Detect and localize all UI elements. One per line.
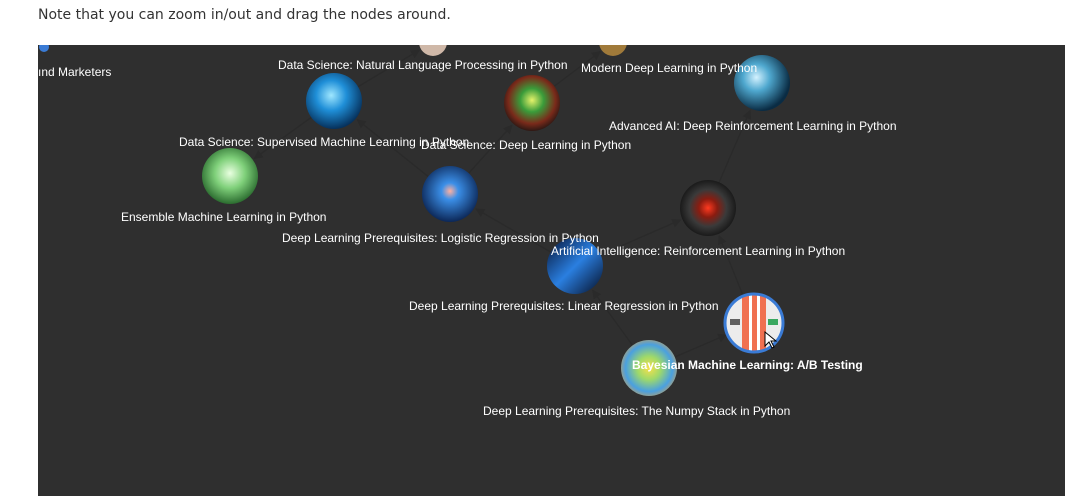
node-label-mdl: Modern Deep Learning in Python bbox=[581, 61, 757, 75]
course-graph[interactable]: ınd Marketers Data Science: Natural Langu… bbox=[38, 45, 1065, 496]
node-logreg[interactable] bbox=[422, 166, 478, 222]
node-mdl[interactable] bbox=[599, 45, 627, 56]
node-label-ab: Bayesian Machine Learning: A/B Testing bbox=[632, 358, 863, 372]
hidden-node-icon bbox=[599, 45, 627, 56]
instruction-note: Note that you can zoom in/out and drag t… bbox=[38, 7, 451, 23]
node-ab[interactable] bbox=[723, 292, 785, 354]
node-label-adv: Advanced AI: Deep Reinforcement Learning… bbox=[609, 119, 897, 133]
green-brain-icon bbox=[202, 148, 258, 204]
node-label-marketers: ınd Marketers bbox=[38, 65, 111, 79]
neurons-icon bbox=[504, 75, 560, 131]
node-label-nlp: Data Science: Natural Language Processin… bbox=[278, 58, 568, 72]
graph-canvas[interactable]: ınd Marketers Data Science: Natural Langu… bbox=[38, 45, 1065, 496]
blue-icon bbox=[39, 45, 49, 52]
node-ens[interactable] bbox=[202, 148, 258, 204]
node-label-numpy: Deep Learning Prerequisites: The Numpy S… bbox=[483, 404, 790, 418]
node-dl[interactable] bbox=[504, 75, 560, 131]
node-label-logreg: Deep Learning Prerequisites: Logistic Re… bbox=[282, 231, 599, 245]
blue-brain-icon bbox=[306, 73, 362, 129]
edge-numpy-to-ab bbox=[674, 333, 728, 358]
node-marketers[interactable] bbox=[39, 45, 49, 52]
node-label-dl: Data Science: Deep Learning in Python bbox=[421, 138, 631, 152]
node-label-rl: Artificial Intelligence: Reinforcement L… bbox=[551, 244, 845, 258]
robot-eye-icon bbox=[680, 180, 736, 236]
node-nlp[interactable] bbox=[419, 45, 447, 56]
node-label-linreg: Deep Learning Prerequisites: Linear Regr… bbox=[409, 299, 719, 313]
node-rl[interactable] bbox=[680, 180, 736, 236]
node-sml[interactable] bbox=[306, 73, 362, 129]
node-label-ens: Ensemble Machine Learning in Python bbox=[121, 210, 326, 224]
hidden-node-icon bbox=[419, 45, 447, 56]
blue-neuron-icon bbox=[422, 166, 478, 222]
